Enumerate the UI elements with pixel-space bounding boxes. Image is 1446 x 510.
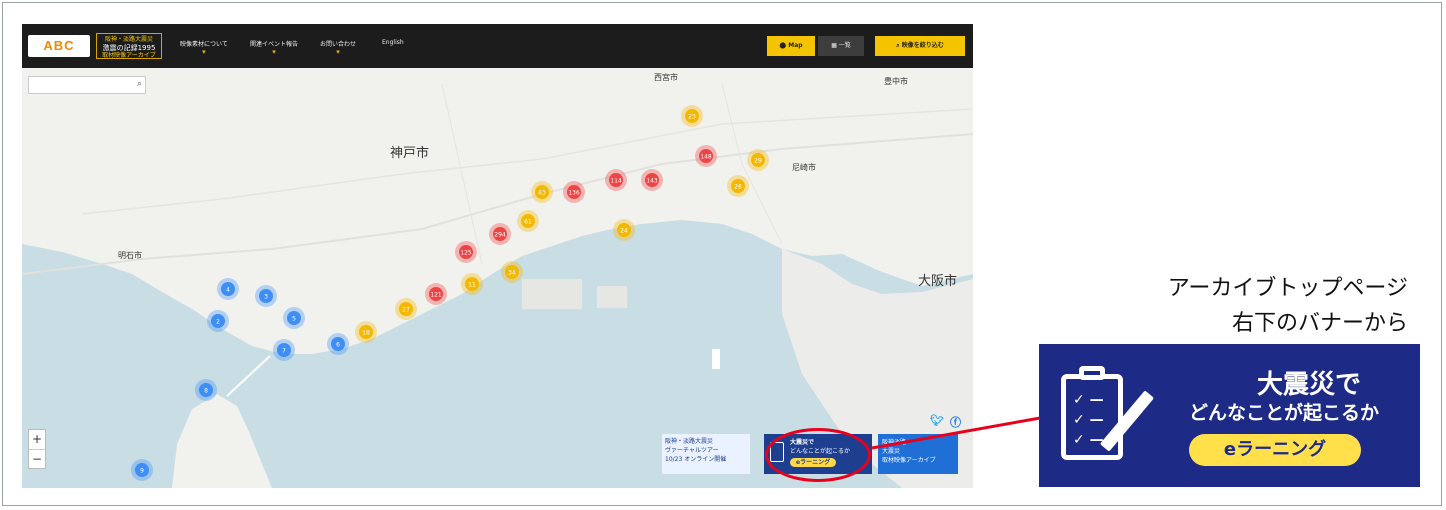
- callout-connector: [871, 416, 1041, 450]
- callout-line: [871, 416, 1041, 450]
